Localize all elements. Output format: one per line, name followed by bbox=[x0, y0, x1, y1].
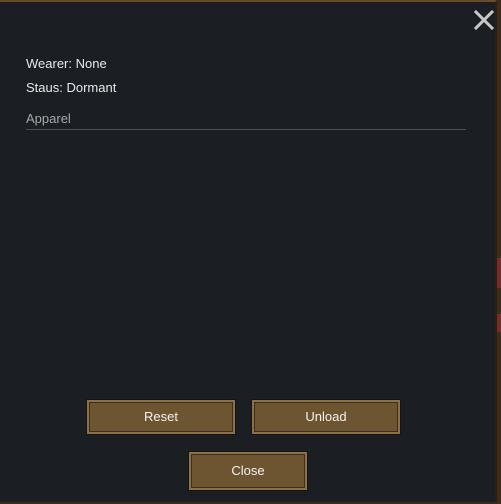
close-button[interactable]: Close bbox=[189, 452, 307, 490]
unload-button[interactable]: Unload bbox=[252, 400, 400, 434]
section-divider bbox=[26, 129, 466, 130]
reset-button[interactable]: Reset bbox=[87, 400, 235, 434]
apparel-dialog: Wearer: None Staus: Dormant Apparel Rese… bbox=[0, 0, 497, 502]
wearer-label: Wearer: None bbox=[26, 56, 107, 71]
background-game-detail bbox=[497, 258, 501, 288]
background-game-world bbox=[497, 0, 501, 504]
apparel-section-header: Apparel bbox=[26, 111, 71, 126]
status-label: Staus: Dormant bbox=[26, 80, 117, 95]
close-icon[interactable] bbox=[472, 8, 496, 32]
background-game-detail bbox=[497, 314, 501, 332]
